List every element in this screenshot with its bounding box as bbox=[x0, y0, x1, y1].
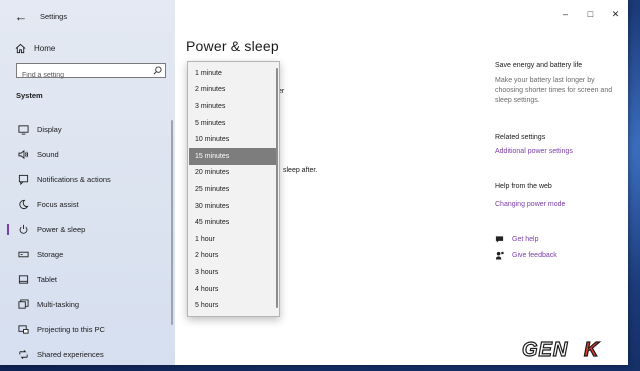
sleep-timeout-dropdown[interactable]: 1 minute 2 minutes 3 minutes 5 minutes 1… bbox=[187, 61, 280, 317]
sidebar-item-storage[interactable]: Storage bbox=[0, 242, 175, 267]
speaker-icon bbox=[17, 149, 29, 161]
dropdown-option-selected[interactable]: 15 minutes bbox=[189, 147, 276, 165]
monitor-icon bbox=[17, 124, 29, 136]
chat-help-icon bbox=[495, 236, 504, 243]
projector-icon bbox=[17, 324, 29, 336]
changing-power-mode-link[interactable]: Changing power mode bbox=[495, 201, 565, 208]
sidebar-item-power-sleep[interactable]: Power & sleep bbox=[0, 217, 175, 242]
dropdown-option[interactable]: 2 minutes bbox=[189, 82, 276, 99]
sidebar-item-display[interactable]: Display bbox=[0, 117, 175, 142]
back-arrow-icon[interactable]: ← bbox=[12, 8, 30, 26]
drive-icon bbox=[17, 249, 29, 261]
sidebar-item-label: Display bbox=[37, 125, 62, 134]
svg-text:K: K bbox=[584, 339, 600, 360]
dropdown-list: 1 minute 2 minutes 3 minutes 5 minutes 1… bbox=[189, 65, 276, 314]
sidebar-item-label: Storage bbox=[37, 250, 64, 259]
app-title: Settings bbox=[40, 12, 68, 21]
titlebar-left: ← Settings bbox=[0, 0, 175, 34]
sidebar-item-label: Projecting to this PC bbox=[37, 325, 105, 334]
search-icon[interactable] bbox=[153, 66, 162, 75]
sidebar-item-label: Tablet bbox=[37, 275, 58, 284]
power-icon bbox=[17, 224, 29, 236]
sidebar-scrollbar[interactable] bbox=[171, 120, 173, 325]
give-feedback-row[interactable]: Give feedback bbox=[495, 251, 557, 260]
dropdown-option[interactable]: 5 hours bbox=[189, 297, 276, 314]
moon-icon bbox=[17, 199, 29, 211]
sidebar-item-label: Multi-tasking bbox=[37, 300, 80, 309]
related-settings-heading: Related settings bbox=[495, 134, 546, 141]
save-energy-text: Make your battery last longer by choosin… bbox=[495, 77, 613, 104]
get-help-link[interactable]: Get help bbox=[512, 236, 538, 243]
sidebar-item-projecting[interactable]: Projecting to this PC bbox=[0, 317, 175, 342]
dropdown-option[interactable]: 25 minutes bbox=[189, 181, 276, 198]
sidebar-item-label: Power & sleep bbox=[37, 225, 86, 234]
get-help-row[interactable]: Get help bbox=[495, 235, 538, 244]
dropdown-scrollbar[interactable] bbox=[276, 68, 278, 308]
sidebar-item-label: Shared experiences bbox=[37, 350, 104, 359]
give-feedback-link[interactable]: Give feedback bbox=[512, 252, 557, 259]
sidebar-item-label: Notifications & actions bbox=[37, 175, 111, 184]
minimize-icon[interactable]: – bbox=[553, 0, 578, 28]
svg-text:GEN: GEN bbox=[522, 339, 568, 360]
sidebar-item-focus-assist[interactable]: Focus assist bbox=[0, 192, 175, 217]
dropdown-option[interactable]: 2 hours bbox=[189, 248, 276, 265]
search-input[interactable] bbox=[17, 69, 150, 82]
sidebar-item-tablet[interactable]: Tablet bbox=[0, 267, 175, 292]
help-heading: Help from the web bbox=[495, 183, 552, 190]
sidebar-nav: Display Sound Notifications & actions Fo… bbox=[0, 117, 175, 365]
home-label: Home bbox=[34, 43, 56, 53]
dropdown-option[interactable]: 20 minutes bbox=[189, 165, 276, 182]
sidebar-item-home[interactable]: Home bbox=[14, 40, 55, 56]
additional-power-settings-link[interactable]: Additional power settings bbox=[495, 148, 573, 155]
dropdown-option[interactable]: 1 hour bbox=[189, 231, 276, 248]
sidebar-item-label: Sound bbox=[37, 150, 59, 159]
genk-watermark-logo: GEN K bbox=[521, 338, 600, 360]
multitask-icon bbox=[17, 299, 29, 311]
sleep-setting-label-partial: sleep after. bbox=[283, 167, 318, 174]
sidebar-item-sound[interactable]: Sound bbox=[0, 142, 175, 167]
tablet-icon bbox=[17, 274, 29, 286]
dropdown-option[interactable]: 1 minute bbox=[189, 65, 276, 82]
dropdown-option[interactable]: 4 hours bbox=[189, 281, 276, 298]
page-title: Power & sleep bbox=[186, 38, 279, 54]
sidebar-item-notifications[interactable]: Notifications & actions bbox=[0, 167, 175, 192]
settings-window: ← Settings Home System Display So bbox=[0, 0, 628, 365]
sidebar-item-label: Focus assist bbox=[37, 200, 79, 209]
save-energy-heading: Save energy and battery life bbox=[495, 62, 583, 69]
feedback-person-icon bbox=[495, 251, 504, 260]
maximize-icon[interactable]: □ bbox=[578, 0, 603, 28]
sidebar-item-shared-experiences[interactable]: Shared experiences bbox=[0, 342, 175, 365]
dropdown-option[interactable]: 45 minutes bbox=[189, 214, 276, 231]
dropdown-option[interactable]: 5 minutes bbox=[189, 115, 276, 132]
window-controls: – □ ✕ bbox=[553, 0, 628, 28]
dropdown-option[interactable]: 10 minutes bbox=[189, 131, 276, 148]
section-heading: System bbox=[16, 91, 43, 100]
dropdown-option[interactable]: 30 minutes bbox=[189, 198, 276, 215]
dropdown-option[interactable]: 3 hours bbox=[189, 264, 276, 281]
notification-icon bbox=[17, 174, 29, 186]
shared-icon bbox=[17, 349, 29, 361]
sidebar-item-multitasking[interactable]: Multi-tasking bbox=[0, 292, 175, 317]
close-icon[interactable]: ✕ bbox=[603, 0, 628, 28]
search-box[interactable] bbox=[16, 63, 166, 82]
sidebar: ← Settings Home System Display So bbox=[0, 0, 175, 365]
dropdown-option[interactable]: 3 minutes bbox=[189, 98, 276, 115]
home-icon bbox=[14, 42, 26, 54]
